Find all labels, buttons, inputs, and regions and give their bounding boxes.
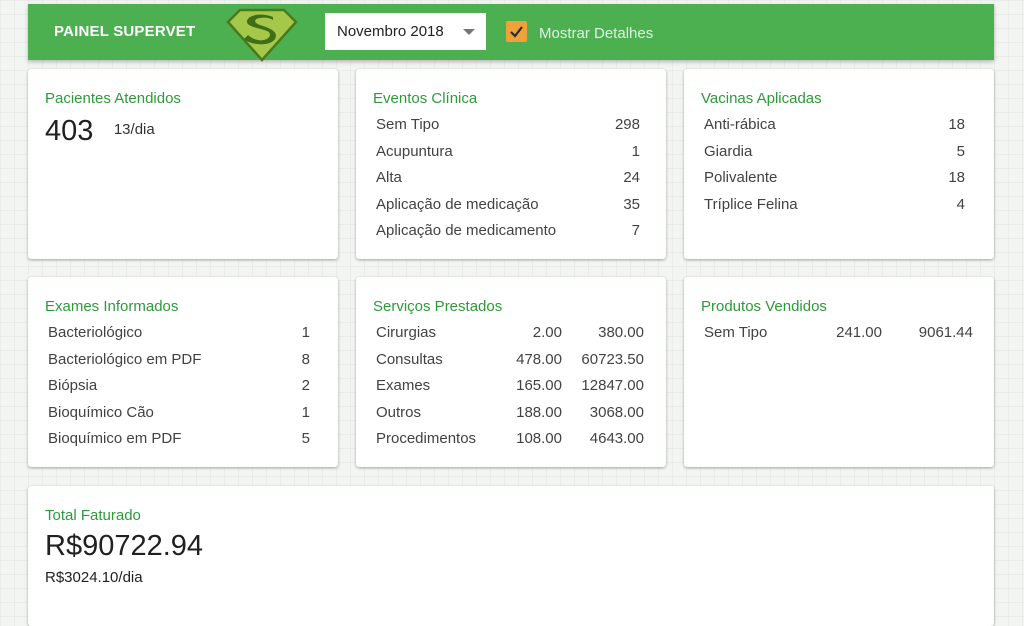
vacinas-list: Anti-rábica 18 Giardia 5 Polivalente 18 Trí… [701, 112, 977, 218]
exames-list: Bacteriológico 1 Bacteriológico em PDF 8 B… [45, 320, 321, 453]
show-details-label[interactable]: Mostrar Detalhes [539, 25, 653, 42]
list-item: Procedimentos 108.00 4643.00 [376, 430, 644, 447]
card-title: Total Faturado [45, 507, 141, 524]
card-exames: Exames Informados Bacteriológico 1 Bacter… [28, 277, 338, 467]
card-total-faturado: Total Faturado R$90722.94 R$3024.10/dia [28, 486, 994, 626]
list-item: Tríplice Felina 4 [704, 195, 965, 213]
dropdown-arrow-icon [463, 29, 475, 35]
card-title: Eventos Clínica [373, 90, 478, 107]
produtos-list: Sem Tipo 241.00 9061.44 [701, 320, 977, 347]
card-eventos: Eventos Clínica Sem Tipo 298 Acupuntura 1 … [356, 69, 666, 259]
patients-total: 403 [45, 115, 94, 147]
list-item: Consultas 478.00 60723.50 [376, 350, 644, 368]
list-item: Bacteriológico em PDF 8 [48, 350, 310, 368]
eventos-list: Sem Tipo 298 Acupuntura 1 Alta 24 Aplicação… [373, 112, 649, 245]
show-details-checkbox[interactable] [506, 21, 527, 42]
list-item: Anti-rábica 18 [704, 116, 965, 133]
list-item: Polivalente 18 [704, 169, 965, 186]
list-item: Bioquímico em PDF 5 [48, 430, 310, 447]
list-item: Giardia 5 [704, 142, 965, 160]
card-pacientes: Pacientes Atendidos 403 13/dia [28, 69, 338, 259]
card-vacinas: Vacinas Aplicadas Anti-rábica 18 Giardia 5… [684, 69, 994, 259]
superman-logo-icon [226, 8, 298, 62]
card-title: Exames Informados [45, 298, 179, 315]
servicos-list: Cirurgias 2.00 380.00 Consultas 478.00 60723… [373, 320, 649, 453]
list-item: Sem Tipo 298 [376, 116, 640, 133]
list-item: Biópsia 2 [48, 377, 310, 394]
list-item: Aplicação de medicação 35 [376, 195, 640, 213]
card-servicos: Serviços Prestados Cirurgias 2.00 380.00 C… [356, 277, 666, 467]
revenue-per-day: R$3024.10/dia [45, 569, 143, 586]
list-item: Exames 165.00 12847.00 [376, 377, 644, 394]
list-item: Sem Tipo 241.00 9061.44 [704, 324, 973, 341]
list-item: Bioquímico Cão 1 [48, 403, 310, 421]
app-title: PAINEL SUPERVET [54, 23, 196, 40]
month-select[interactable]: Novembro 2018 [325, 13, 486, 50]
list-item: Alta 24 [376, 169, 640, 186]
card-title: Produtos Vendidos [701, 298, 827, 315]
card-produtos: Produtos Vendidos Sem Tipo 241.00 9061.44 [684, 277, 994, 467]
total-revenue: R$90722.94 [45, 530, 204, 562]
month-select-value: Novembro 2018 [337, 23, 444, 40]
list-item: Acupuntura 1 [376, 142, 640, 160]
list-item: Cirurgias 2.00 380.00 [376, 324, 644, 341]
card-title: Vacinas Aplicadas [701, 90, 822, 107]
card-title: Serviços Prestados [373, 298, 503, 315]
app-header: PAINEL SUPERVET Novembro 2018 Mostrar De… [28, 4, 994, 62]
card-title: Pacientes Atendidos [45, 90, 181, 107]
list-item: Outros 188.00 3068.00 [376, 403, 644, 421]
checkmark-icon [510, 26, 523, 38]
list-item: Aplicação de medicamento 7 [376, 222, 640, 239]
list-item: Bacteriológico 1 [48, 324, 310, 341]
patients-per-day: 13/dia [113, 121, 155, 138]
